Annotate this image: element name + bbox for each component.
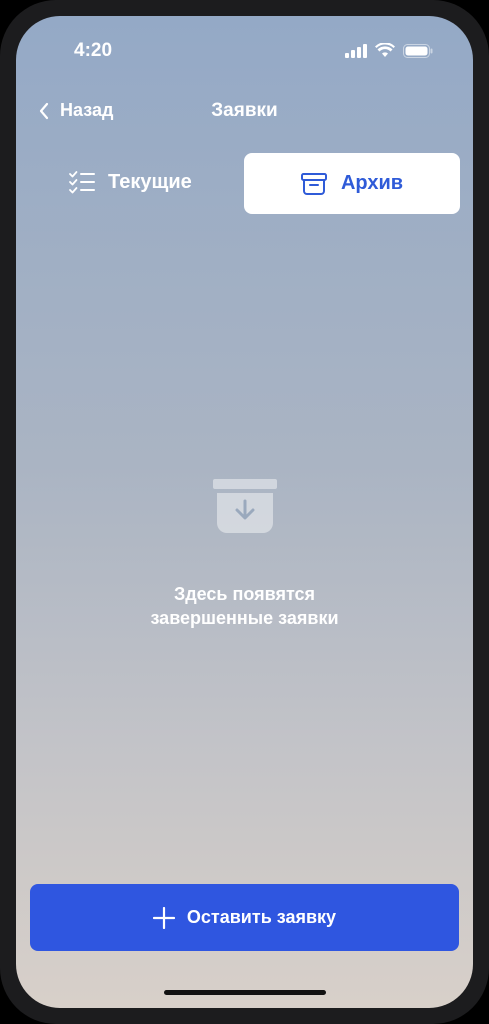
tab-current[interactable]: Текущие [68, 170, 192, 194]
cellular-signal-icon [345, 43, 367, 58]
status-time: 4:20 [74, 40, 113, 61]
status-icons [345, 43, 433, 58]
create-request-button[interactable]: Оставить заявку [30, 884, 459, 951]
back-label: Назад [60, 100, 114, 120]
phone-frame: 4:20 Назад Заявки Текущие Архив Здесь по… [0, 0, 489, 1024]
checklist-icon [69, 171, 95, 194]
chevron-left-icon [39, 102, 49, 119]
battery-icon [403, 43, 433, 58]
tab-archive-label: Архив [340, 172, 404, 194]
create-request-label: Оставить заявку [186, 907, 337, 927]
wifi-icon [375, 43, 395, 57]
home-indicator[interactable] [164, 990, 326, 995]
screen: 4:20 Назад Заявки Текущие Архив Здесь по… [16, 16, 473, 1008]
tab-current-label: Текущие [108, 170, 192, 193]
archive-box-icon [300, 172, 327, 195]
empty-state-line-2: завершенные заявки [150, 608, 339, 628]
archive-download-icon [213, 479, 277, 533]
back-button[interactable]: Назад [38, 100, 113, 121]
empty-state-line-1: Здесь появятся [173, 584, 316, 604]
plus-icon [152, 906, 175, 929]
empty-state-message: Здесь появятся завершенные заявки [16, 582, 473, 630]
tab-archive[interactable]: Архив [244, 153, 460, 214]
